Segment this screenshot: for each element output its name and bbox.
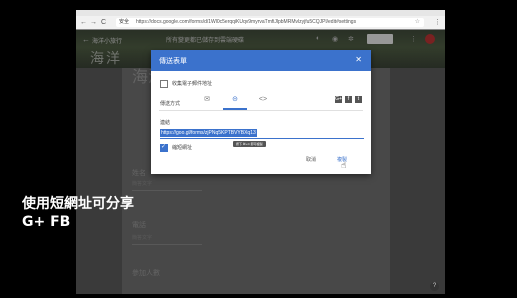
bookmark-star-icon[interactable]: ☆: [415, 18, 420, 27]
dialog-title: 傳送表單: [159, 58, 187, 65]
cancel-button[interactable]: 取消: [306, 156, 316, 163]
tab-link[interactable]: ⊝: [223, 94, 247, 110]
dialog-header: 傳送表單 ✕: [151, 50, 371, 71]
forward-icon[interactable]: →: [90, 16, 97, 29]
collect-email-label: 收集電子郵件地址: [172, 81, 213, 87]
shorten-url-label: 縮短網址: [172, 145, 193, 151]
tab-email[interactable]: ✉: [195, 94, 219, 108]
google-plus-icon[interactable]: G+: [335, 96, 342, 103]
address-bar: ← → C 安全 https://docs.google.com/forms/d…: [76, 16, 445, 30]
reload-icon[interactable]: C: [101, 16, 106, 29]
back-icon[interactable]: ←: [80, 16, 87, 29]
link-field[interactable]: https://goo.gl/forms/zjPNq5KPTBVYBXq13: [160, 129, 364, 139]
send-form-dialog: 傳送表單 ✕ 收集電子郵件地址 傳送方式 ✉ ⊝ <> G+ f t 連結 ht…: [151, 50, 371, 174]
browser-menu-icon[interactable]: ⋮: [434, 16, 441, 29]
link-label: 連結: [160, 120, 171, 126]
screen-recording: ← → C 安全 https://docs.google.com/forms/d…: [76, 10, 445, 294]
url-text[interactable]: https://docs.google.com/forms/d/1Wl0c5er…: [136, 18, 356, 27]
tab-embed[interactable]: <>: [251, 94, 275, 108]
hand-cursor-icon: ☝: [341, 160, 347, 170]
secure-label: 安全: [119, 19, 130, 25]
twitter-icon[interactable]: t: [355, 96, 362, 103]
close-icon[interactable]: ✕: [355, 55, 362, 64]
url-box[interactable]: 安全 https://docs.google.com/forms/d/1Wl0c…: [116, 18, 424, 27]
caption-line-1: 使用短網址可分享: [22, 196, 134, 212]
help-icon[interactable]: ?: [430, 282, 439, 291]
send-via-label: 傳送方式: [160, 101, 181, 107]
divider: [159, 110, 363, 111]
caption-line-2: G+ FB: [22, 214, 71, 230]
collect-email-checkbox[interactable]: [160, 80, 168, 88]
video-caption: 使用短網址可分享 G+ FB: [22, 195, 134, 231]
link-value[interactable]: https://goo.gl/forms/zjPNq5KPTBVYBXq13: [160, 129, 257, 137]
shorten-url-checkbox[interactable]: [160, 143, 168, 152]
copy-tooltip: 按下 ⌘+C 即可複製: [233, 141, 266, 147]
facebook-icon[interactable]: f: [345, 96, 352, 103]
